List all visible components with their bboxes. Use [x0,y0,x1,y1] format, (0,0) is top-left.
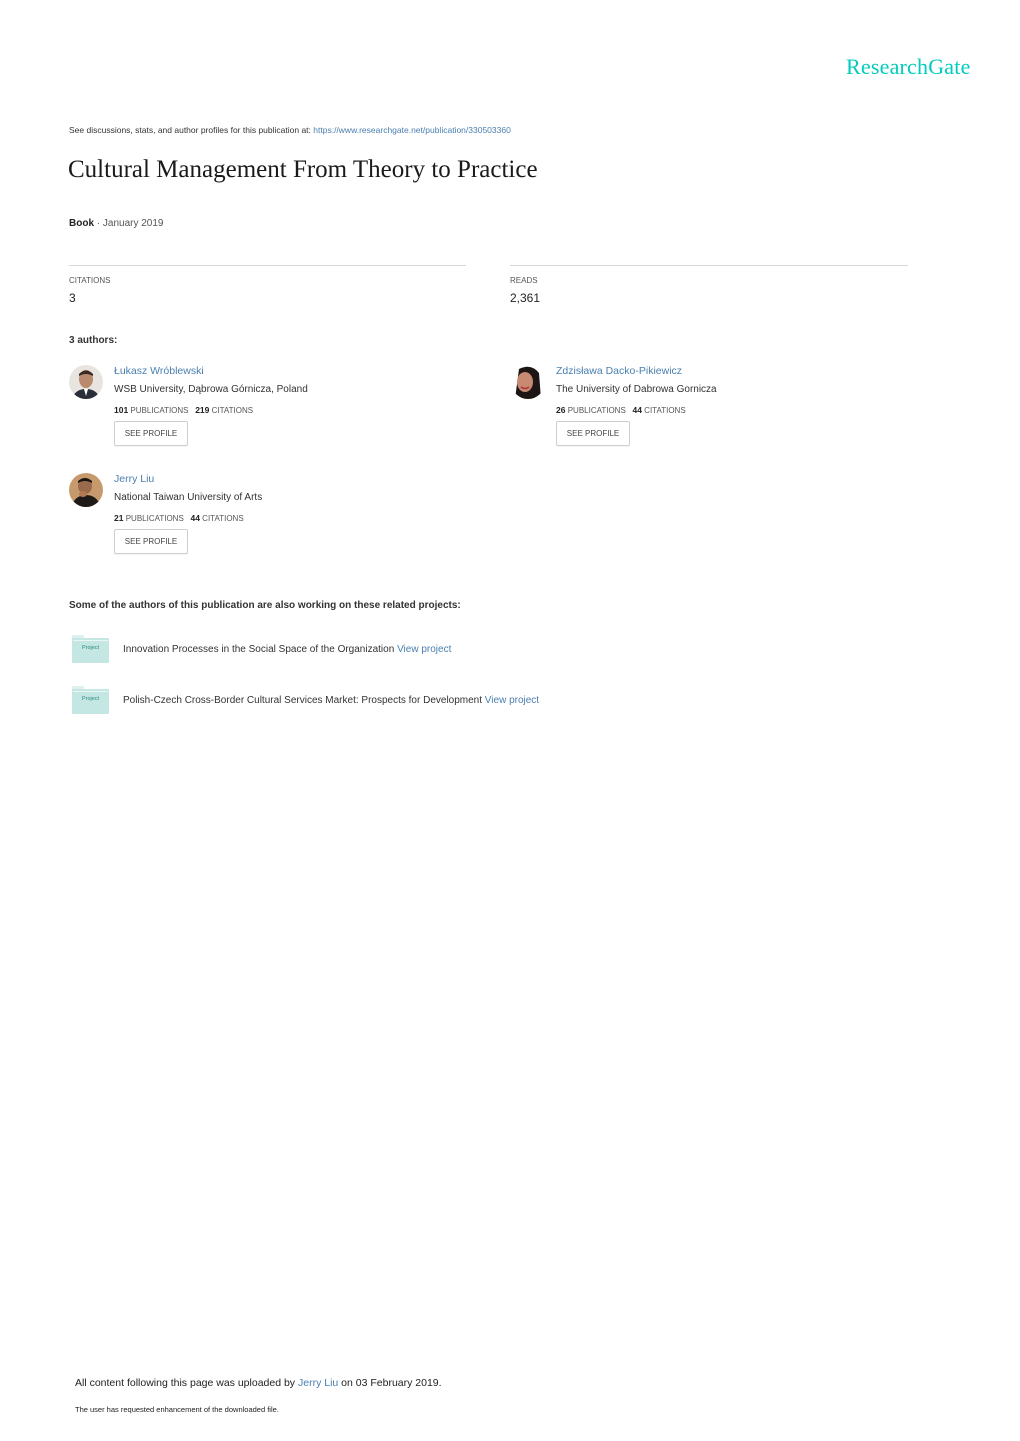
citations-count: 44 [632,405,642,415]
view-project-link[interactable]: View project [397,644,451,655]
reads-value: 2,361 [510,291,541,305]
author-name-link[interactable]: Jerry Liu [114,473,154,485]
citations-divider [69,265,466,266]
related-projects-heading: Some of the authors of this publication … [69,600,461,611]
project-icon-label: Project [81,696,100,702]
author-card: Jerry Liu National Taiwan University of … [69,473,469,573]
citations-count: 44 [190,513,200,523]
publications-count: 26 [556,405,566,415]
see-profile-button[interactable]: SEE PROFILE [556,421,630,446]
upload-suffix: on 03 February 2019. [338,1377,442,1389]
reads-divider [510,265,908,266]
project-icon-label: Project [81,645,100,651]
citations-label: CITATIONS [69,276,111,285]
author-stats: 21 PUBLICATIONS 44 CITATIONS [114,513,244,523]
author-card: Zdzisława Dacko-Pikiewicz The University… [511,365,911,465]
author-card: Łukasz Wróblewski WSB University, Dąbrow… [69,365,469,465]
meta-separator: · [94,218,103,229]
publications-label: PUBLICATIONS [567,406,626,415]
author-stats: 26 PUBLICATIONS 44 CITATIONS [556,405,686,415]
researchgate-logo[interactable]: ResearchGate [846,54,971,80]
intro-text: See discussions, stats, and author profi… [69,125,314,135]
author-name-link[interactable]: Zdzisława Dacko-Pikiewicz [556,365,682,377]
see-profile-button[interactable]: SEE PROFILE [114,421,188,446]
citations-count: 219 [195,405,210,415]
author-stats: 101 PUBLICATIONS 219 CITATIONS [114,405,253,415]
author-institution: National Taiwan University of Arts [114,492,263,503]
publications-label: PUBLICATIONS [130,406,189,415]
author-avatar[interactable] [69,473,103,507]
author-avatar[interactable] [511,365,545,399]
avatar-photo-icon [69,365,103,399]
author-name-link[interactable]: Łukasz Wróblewski [114,365,204,377]
reads-label: READS [510,276,538,285]
avatar-photo-icon [69,473,103,507]
publication-title: Cultural Management From Theory to Pract… [68,156,538,183]
citations-label: CITATIONS [211,406,254,415]
uploader-link[interactable]: Jerry Liu [298,1377,338,1389]
citations-label: CITATIONS [202,514,244,523]
publication-meta: Book · January 2019 [69,218,164,229]
project-item: Project Polish-Czech Cross-Border Cultur… [72,686,772,716]
author-institution: The University of Dabrowa Gornicza [556,384,717,395]
authors-heading: 3 authors: [69,335,118,346]
project-title: Polish-Czech Cross-Border Cultural Servi… [123,695,483,706]
citations-label: CITATIONS [644,406,686,415]
publication-url-link[interactable]: https://www.researchgate.net/publication… [313,125,511,135]
intro-line: See discussions, stats, and author profi… [69,125,511,135]
project-folder-icon: Project [72,686,109,714]
author-institution: WSB University, Dąbrowa Górnicza, Poland [114,384,308,395]
upload-notice: All content following this page was uplo… [75,1377,442,1389]
avatar-photo-icon [511,365,545,399]
publication-date: January 2019 [102,218,164,229]
project-line: Polish-Czech Cross-Border Cultural Servi… [123,695,539,706]
project-folder-icon: Project [72,635,109,663]
citations-value: 3 [69,291,76,305]
see-profile-button[interactable]: SEE PROFILE [114,529,188,554]
upload-prefix: All content following this page was uplo… [75,1377,298,1389]
view-project-link[interactable]: View project [485,695,539,706]
author-avatar[interactable] [69,365,103,399]
publications-count: 101 [114,405,129,415]
publications-count: 21 [114,513,124,523]
publications-label: PUBLICATIONS [125,514,184,523]
project-title: Innovation Processes in the Social Space… [123,644,395,655]
project-line: Innovation Processes in the Social Space… [123,644,451,655]
project-item: Project Innovation Processes in the Soci… [72,635,772,665]
enhancement-note: The user has requested enhancement of th… [75,1405,279,1414]
publication-type: Book [69,218,94,229]
